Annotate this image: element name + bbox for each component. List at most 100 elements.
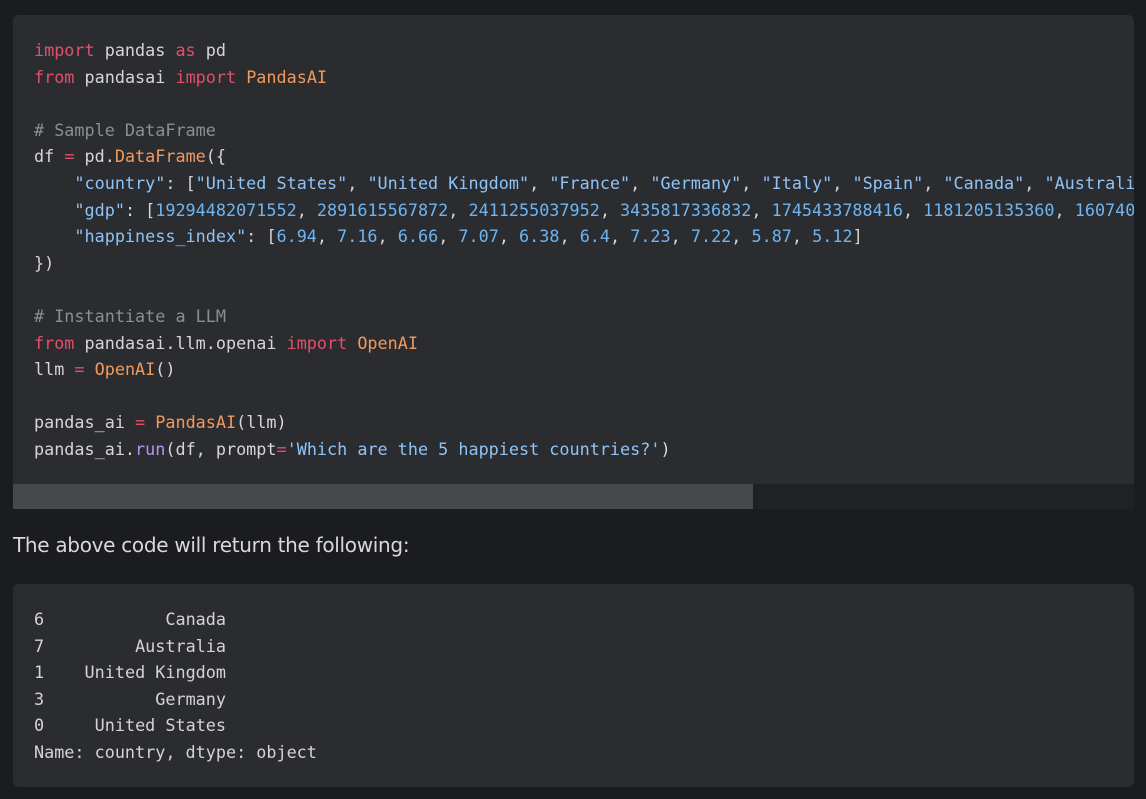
code-token: "Italy" bbox=[761, 172, 833, 193]
code-token: , bbox=[670, 226, 691, 247]
code-line: pandas_ai = PandasAI(llm) bbox=[34, 409, 1134, 436]
code-line: "happiness_index": [6.94, 7.16, 6.66, 7.… bbox=[34, 223, 1134, 250]
code-token: "United States" bbox=[195, 172, 348, 193]
code-token: (llm) bbox=[236, 412, 287, 433]
code-token: "Australi bbox=[1044, 172, 1134, 193]
code-token: , bbox=[610, 226, 631, 247]
code-token: "Canada" bbox=[943, 172, 1025, 193]
code-token: "happiness_index" bbox=[34, 226, 247, 247]
code-token: , bbox=[902, 199, 924, 220]
code-token: , bbox=[448, 199, 469, 220]
code-token: , bbox=[630, 172, 651, 193]
code-token: : [ bbox=[124, 199, 156, 220]
code-token: 7.16 bbox=[337, 226, 378, 247]
output-row-index: 7 bbox=[34, 635, 45, 656]
code-token: (df, prompt bbox=[165, 438, 277, 459]
code-token: , bbox=[741, 172, 762, 193]
code-token: from bbox=[34, 332, 75, 353]
code-token: , bbox=[438, 226, 459, 247]
code-token: import bbox=[286, 332, 348, 353]
output-row-value: United Kingdom bbox=[84, 662, 226, 683]
output-row: 0 United States bbox=[34, 712, 317, 739]
code-token: OpenAI bbox=[94, 359, 156, 380]
output-row-value: Canada bbox=[165, 609, 226, 629]
output-row: 1 United Kingdom bbox=[34, 659, 317, 686]
code-token: , bbox=[529, 172, 550, 193]
code-token: , bbox=[316, 226, 338, 247]
code-token: PandasAI bbox=[246, 66, 328, 87]
output-row: 3 Germany bbox=[34, 686, 317, 713]
horizontal-scrollbar[interactable] bbox=[13, 484, 1134, 509]
output-row-index: 3 bbox=[34, 688, 45, 709]
code-content: import pandas as pd from pandasai import … bbox=[34, 37, 1134, 463]
code-token: "United Kingdom" bbox=[367, 172, 530, 193]
code-token: 5.12 bbox=[812, 226, 853, 247]
code-token: 2891615567872 bbox=[316, 199, 449, 220]
code-token: 1745433788416 bbox=[771, 199, 903, 220]
code-token: : [ bbox=[165, 172, 196, 193]
code-token: ) bbox=[660, 438, 671, 459]
code-token: import bbox=[34, 40, 95, 60]
code-token: 7.23 bbox=[630, 226, 671, 247]
code-line: "gdp": [19294482071552, 2891615567872, 2… bbox=[34, 197, 1134, 224]
code-token: run bbox=[135, 438, 166, 459]
code-token: 1181205135360 bbox=[923, 199, 1055, 220]
code-token: pandasai bbox=[74, 66, 176, 87]
code-token: 2411255037952 bbox=[468, 199, 600, 220]
code-token: , bbox=[377, 226, 398, 247]
output-row-index: 1 bbox=[34, 662, 45, 683]
code-line: # Sample DataFrame bbox=[34, 117, 1134, 144]
code-token: PandasAI bbox=[155, 412, 237, 433]
code-token: , bbox=[296, 199, 317, 220]
code-token: # Sample DataFrame bbox=[34, 119, 216, 140]
code-line: }) bbox=[34, 250, 1134, 277]
code-token: , bbox=[498, 226, 520, 247]
output-row-index: 0 bbox=[34, 715, 45, 736]
code-token: 'Which are the 5 happiest countries?' bbox=[286, 438, 661, 459]
code-token: , bbox=[599, 199, 621, 220]
code-token: ({ bbox=[205, 146, 226, 167]
code-token: 6.4 bbox=[579, 226, 610, 247]
output-block: 6 Canada 7 Australia 1 United Kingdom 3 Germany… bbox=[13, 584, 1134, 787]
code-token: ] bbox=[852, 226, 863, 247]
code-token: "Germany" bbox=[650, 172, 742, 193]
code-token: 7.22 bbox=[690, 226, 732, 247]
code-token: llm bbox=[34, 359, 75, 380]
code-line: from pandasai import PandasAI bbox=[34, 64, 1134, 91]
code-token: df bbox=[34, 146, 65, 167]
code-token: "France" bbox=[549, 172, 631, 193]
code-token: 6.38 bbox=[519, 226, 560, 247]
code-token: 6.94 bbox=[276, 226, 317, 247]
code-token: 6.66 bbox=[397, 226, 439, 247]
code-token: = bbox=[74, 359, 85, 380]
code-token: , bbox=[751, 199, 772, 220]
code-token: pandas bbox=[94, 40, 176, 60]
code-token: as bbox=[175, 40, 196, 60]
code-token: , bbox=[1054, 199, 1075, 220]
code-token: 19294482071552 bbox=[155, 199, 297, 220]
code-token: : [ bbox=[246, 226, 277, 247]
scrollbar-thumb[interactable] bbox=[13, 484, 753, 509]
output-row-value: Germany bbox=[155, 688, 226, 709]
code-token: pd. bbox=[74, 146, 115, 167]
output-row: 6 Canada bbox=[34, 606, 317, 633]
code-token: = bbox=[64, 146, 75, 167]
code-token: , bbox=[832, 172, 853, 193]
code-token: "gdp" bbox=[34, 199, 125, 220]
code-token: pandas_ai bbox=[34, 412, 136, 433]
code-token: = bbox=[135, 412, 146, 433]
output-content: 6 Canada 7 Australia 1 United Kingdom 3 Germany… bbox=[34, 606, 317, 766]
code-token: }) bbox=[34, 252, 55, 273]
code-token: () bbox=[155, 359, 176, 380]
code-line: df = pd.DataFrame({ bbox=[34, 143, 1134, 170]
code-block: import pandas as pd from pandasai import … bbox=[13, 15, 1134, 509]
output-row: 7 Australia bbox=[34, 633, 317, 660]
code-line: "country": ["United States", "United Kin… bbox=[34, 170, 1134, 197]
code-token: DataFrame bbox=[114, 146, 206, 167]
